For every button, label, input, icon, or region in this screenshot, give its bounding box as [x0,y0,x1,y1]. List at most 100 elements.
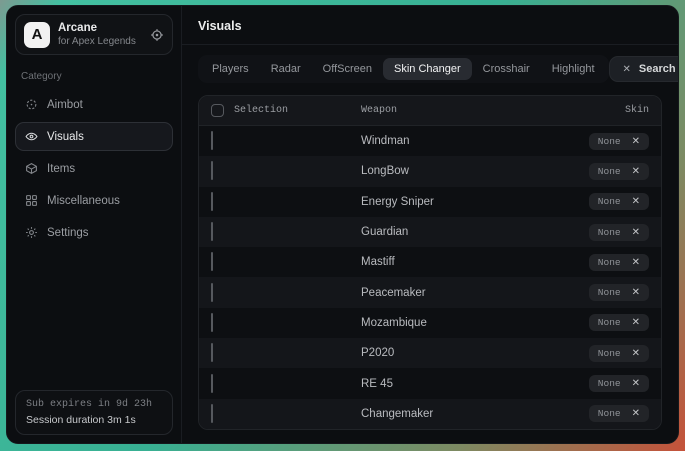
skin-value: None [598,227,621,238]
table-row: Mastiff None✕ [199,247,661,277]
clear-skin-icon[interactable]: ✕ [632,408,640,419]
weapon-name: Peacemaker [361,287,539,299]
clear-skin-icon[interactable]: ✕ [632,348,640,359]
sub-expiry-text: Sub expires in 9d 23h [26,399,162,410]
sidebar-item-items[interactable]: Items [15,154,173,183]
table-row: P2020 None✕ [199,338,661,368]
sidebar-nav: Aimbot Visuals Items [15,90,173,247]
skin-badge[interactable]: None ✕ [589,254,649,271]
sidebar-spacer [15,247,173,390]
tab-players[interactable]: Players [201,58,260,80]
toolbar: Players Radar OffScreen Skin Changer Cro… [182,45,678,91]
skin-badge[interactable]: None ✕ [589,163,649,180]
sidebar: A Arcane for Apex Legends Category [7,6,182,443]
grid-icon [25,194,38,207]
row-checkbox[interactable] [211,404,213,423]
sidebar-item-aimbot[interactable]: Aimbot [15,90,173,119]
column-weapon: Weapon [361,105,539,116]
clear-skin-icon[interactable]: ✕ [632,196,640,207]
skin-badge[interactable]: None ✕ [589,284,649,301]
sidebar-item-miscellaneous[interactable]: Miscellaneous [15,186,173,215]
table-row: Changemaker None✕ [199,399,661,429]
skin-badge[interactable]: None ✕ [589,345,649,362]
skin-badge[interactable]: None ✕ [589,133,649,150]
profile-text: Arcane for Apex Legends [58,21,142,48]
app-logo: A [24,22,50,48]
search-button-label: Search [639,63,676,75]
row-checkbox[interactable] [211,374,213,393]
skin-table: Selection Weapon Skin Windman None ✕ Long… [198,95,662,430]
table-row: Energy Sniper None✕ [199,187,661,217]
row-checkbox[interactable] [211,343,213,362]
clear-skin-icon[interactable]: ✕ [632,257,640,268]
tab-crosshair[interactable]: Crosshair [472,58,541,80]
skin-value: None [598,136,621,147]
tab-offscreen[interactable]: OffScreen [312,58,383,80]
skin-value: None [598,166,621,177]
skin-value: None [598,287,621,298]
weapon-name: RE 45 [361,378,539,390]
skin-badge[interactable]: None ✕ [589,405,649,422]
weapon-name: Guardian [361,226,539,238]
crosshair-icon [25,98,38,111]
table-row: RE 45 None✕ [199,368,661,398]
weapon-name: Mozambique [361,317,539,329]
skin-badge[interactable]: None ✕ [589,314,649,331]
main-panel: Visuals Players Radar OffScreen Skin Cha… [182,6,678,443]
row-checkbox[interactable] [211,283,213,302]
sidebar-item-label: Aimbot [47,99,83,111]
tab-radar[interactable]: Radar [260,58,312,80]
weapon-name: Windman [361,135,539,147]
app-subtitle: for Apex Legends [58,35,142,48]
main-header: Visuals [182,6,678,45]
row-checkbox[interactable] [211,192,213,211]
table-row: Peacemaker None ✕ [199,277,661,307]
table-row: Windman None ✕ [199,126,661,156]
clear-skin-icon[interactable]: ✕ [632,378,640,389]
row-checkbox[interactable] [211,131,213,150]
sidebar-item-settings[interactable]: Settings [15,218,173,247]
sidebar-item-visuals[interactable]: Visuals [15,122,173,151]
row-checkbox[interactable] [211,313,213,332]
eye-icon [25,130,38,143]
search-x-icon: ✕ [623,64,631,75]
skin-value: None [598,348,621,359]
table-row: Guardian None ✕ [199,217,661,247]
row-checkbox[interactable] [211,222,213,241]
gear-icon [25,226,38,239]
row-checkbox[interactable] [211,161,213,180]
tab-skin-changer[interactable]: Skin Changer [383,58,472,80]
tab-highlight[interactable]: Highlight [541,58,606,80]
clear-skin-icon[interactable]: ✕ [632,287,640,298]
sidebar-item-label: Miscellaneous [47,195,120,207]
table-row: Mozambique None ✕ [199,308,661,338]
profile-card[interactable]: A Arcane for Apex Legends [15,14,173,55]
clear-skin-icon[interactable]: ✕ [632,317,640,328]
weapon-name: LongBow [361,165,539,177]
column-selection: Selection [234,105,288,116]
search-button[interactable]: ✕ Search [609,56,679,82]
sidebar-item-label: Settings [47,227,89,239]
select-all-checkbox[interactable] [211,104,224,117]
page-title: Visuals [198,19,662,33]
skin-value: None [598,408,621,419]
skin-value: None [598,257,621,268]
clear-skin-icon[interactable]: ✕ [632,227,640,238]
app-name: Arcane [58,21,142,35]
table-body: Windman None✕ LongBow None✕ Energy Snipe… [199,126,661,429]
skin-badge[interactable]: None ✕ [589,193,649,210]
target-icon[interactable] [150,28,164,42]
sidebar-item-label: Visuals [47,131,84,143]
clear-skin-icon[interactable]: ✕ [632,166,640,177]
tab-bar: Players Radar OffScreen Skin Changer Cro… [198,55,609,83]
sidebar-item-label: Items [47,163,75,175]
skin-value: None [598,317,621,328]
table-header: Selection Weapon Skin [199,96,661,126]
skin-badge[interactable]: None✕ [589,375,649,392]
clear-skin-icon[interactable]: ✕ [632,136,640,147]
row-checkbox[interactable] [211,252,213,271]
skin-value: None [598,196,621,207]
session-duration-text: Session duration 3m 1s [26,414,162,426]
skin-badge[interactable]: None ✕ [589,224,649,241]
session-card: Sub expires in 9d 23h Session duration 3… [15,390,173,435]
